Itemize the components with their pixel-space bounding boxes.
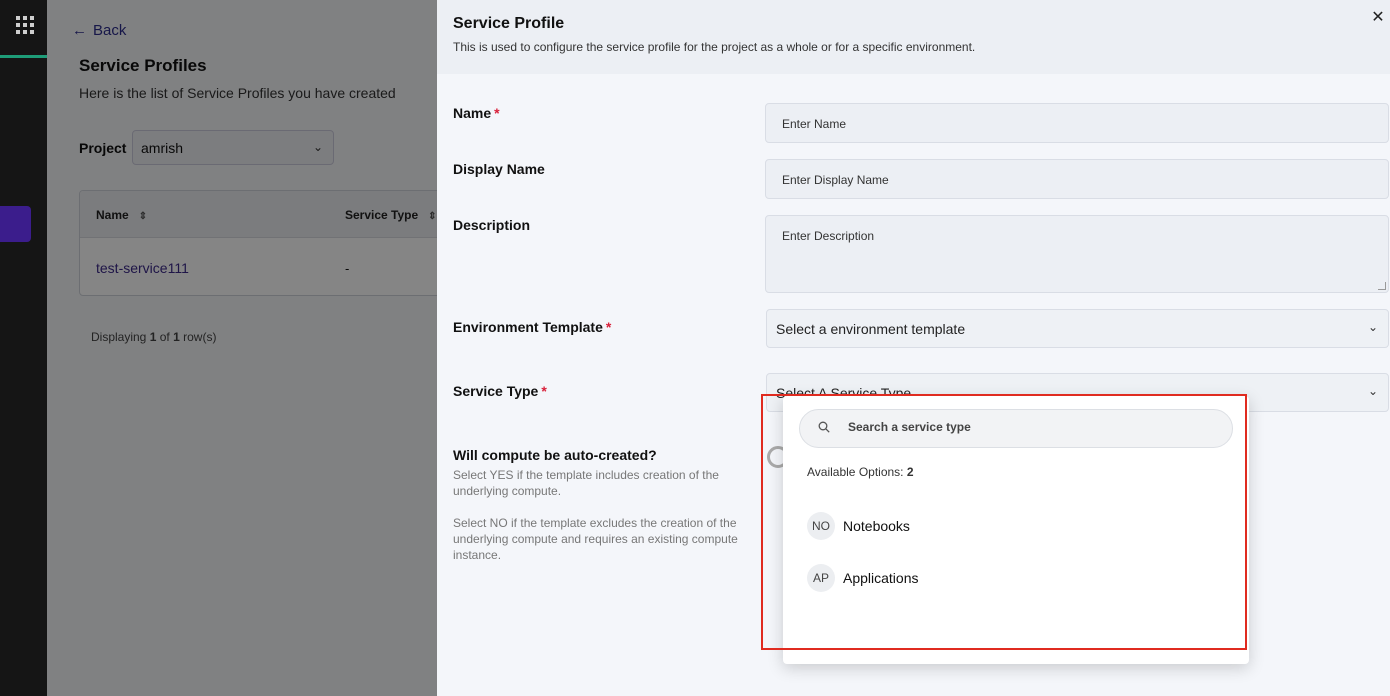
service-type-label: Service Type * [453, 383, 547, 399]
search-icon [818, 421, 830, 433]
rail-active-item[interactable] [0, 206, 31, 242]
resize-handle-icon[interactable] [1378, 282, 1386, 290]
environment-template-label: Environment Template * [453, 319, 612, 335]
drawer-header: Service Profile This is used to configur… [437, 0, 1390, 74]
close-icon[interactable]: ✕ [1370, 10, 1386, 26]
description-label: Description [453, 217, 531, 233]
drawer-subtitle: This is used to configure the service pr… [453, 40, 976, 54]
left-rail [0, 0, 47, 696]
display-name-label: Display Name [453, 161, 545, 177]
name-label: Name * [453, 105, 500, 121]
option-label: Applications [843, 570, 919, 586]
environment-template-value: Select a environment template [776, 321, 966, 337]
compute-question: Will compute be auto-created? [453, 447, 657, 463]
name-input[interactable]: Enter Name [765, 103, 1389, 143]
name-placeholder: Enter Name [782, 117, 847, 131]
service-type-dropdown: Available Options: 2 NO Notebooks AP App… [783, 396, 1249, 664]
apps-grid-icon[interactable] [16, 16, 34, 34]
search-input[interactable] [848, 420, 1208, 434]
modal-overlay[interactable] [47, 0, 437, 696]
service-type-search[interactable] [799, 409, 1233, 448]
option-notebooks[interactable]: NO Notebooks [807, 512, 1227, 540]
compute-help-no: Select NO if the template excludes the c… [453, 516, 738, 562]
display-name-placeholder: Enter Display Name [782, 173, 889, 187]
avatar: AP [807, 564, 835, 592]
compute-help: Select YES if the template includes crea… [453, 467, 748, 563]
option-label: Notebooks [843, 518, 910, 534]
rail-accent-line [0, 55, 47, 58]
drawer-title: Service Profile [453, 15, 565, 32]
avatar: NO [807, 512, 835, 540]
chevron-down-icon: ⌄ [1367, 384, 1378, 398]
environment-template-select[interactable]: Select a environment template ⌄ [766, 309, 1389, 348]
compute-help-yes: Select YES if the template includes crea… [453, 468, 719, 498]
option-applications[interactable]: AP Applications [807, 564, 1227, 592]
description-textarea[interactable]: Enter Description [765, 215, 1389, 293]
description-placeholder: Enter Description [782, 229, 875, 243]
display-name-input[interactable]: Enter Display Name [765, 159, 1389, 199]
available-options: Available Options: 2 [807, 465, 914, 479]
chevron-down-icon: ⌄ [1367, 320, 1378, 334]
